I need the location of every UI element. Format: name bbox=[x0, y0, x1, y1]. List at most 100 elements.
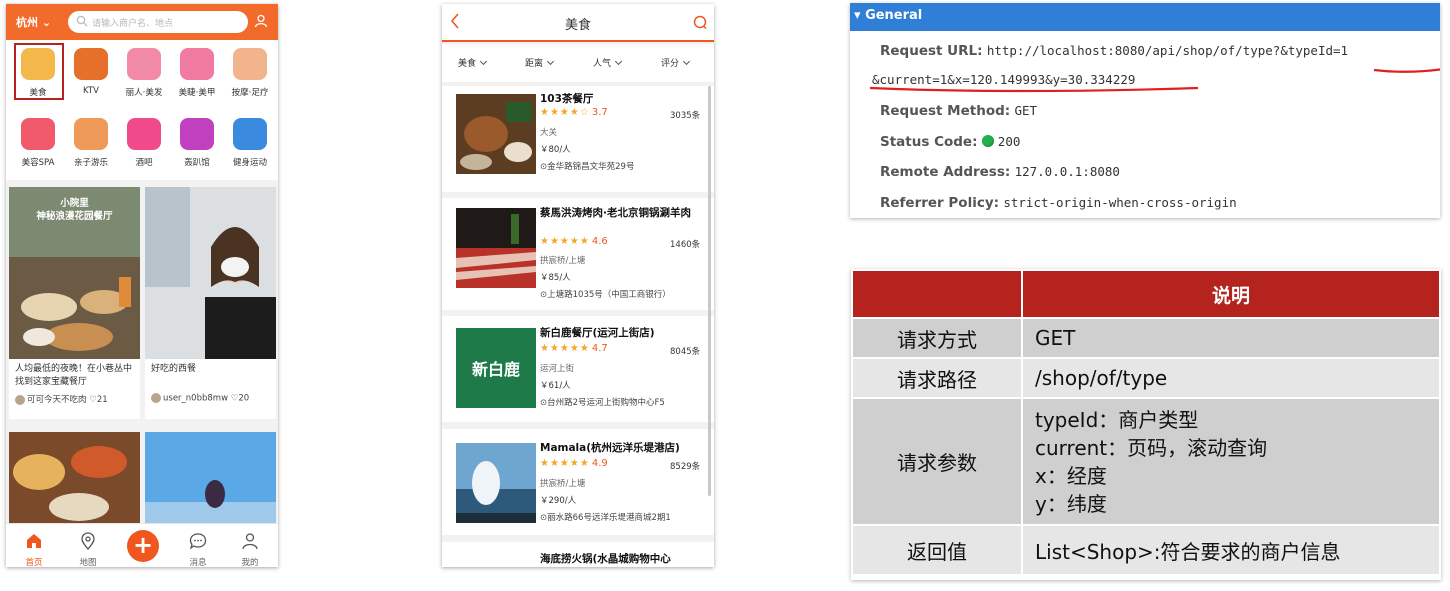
note-meta: 可可今天不吃肉 ♡21 bbox=[9, 391, 140, 407]
referrer-policy-row: Referrer Policy: strict-origin-when-cros… bbox=[880, 195, 1237, 211]
page-title: 美食 bbox=[564, 18, 591, 33]
request-url-label: Request URL: bbox=[880, 43, 983, 59]
note-image-food[interactable] bbox=[9, 432, 140, 524]
shop-name: 蔡馬洪涛烤肉·老北京铜锅涮羊肉 bbox=[540, 207, 691, 219]
shop-score: 4.9 bbox=[591, 458, 608, 469]
shop-score: 3.7 bbox=[591, 107, 608, 118]
remote-address-label: Remote Address: bbox=[880, 164, 1011, 180]
referrer-policy-label: Referrer Policy: bbox=[880, 195, 1000, 211]
bottom-tab-bar: 首页 地图 + 消息 我的 bbox=[6, 523, 278, 567]
table-header-description: 说明 bbox=[1021, 269, 1441, 319]
row-value: GET bbox=[1021, 317, 1441, 359]
shop-area: 大关 bbox=[540, 128, 558, 138]
shop-price: ￥290/人 bbox=[540, 496, 577, 506]
param-x: x：经度 bbox=[1035, 463, 1107, 488]
home-icon bbox=[27, 534, 41, 548]
category-item[interactable]: 按摩·足疗 bbox=[224, 46, 276, 104]
food-header: 美食 bbox=[442, 4, 714, 42]
shop-address: ⊙金华路锦昌文华苑29号 bbox=[540, 162, 635, 172]
note-overlay-text: 小院里 神秘浪漫花园餐厅 bbox=[36, 198, 113, 222]
table-header-row: 说明 bbox=[851, 269, 1441, 319]
note-card[interactable]: 好吃的西餐 user_n0bb8mw ♡20 bbox=[145, 187, 276, 419]
shop-address: ⊙上塘路1035号（中国工商银行） bbox=[540, 290, 671, 300]
shop-score: 4.7 bbox=[591, 343, 608, 354]
shop-name: 103茶餐厅 bbox=[540, 93, 594, 105]
category-label: 按摩·足疗 bbox=[231, 88, 269, 98]
row-value: typeId：商户类型 current：页码，滚动查询 x：经度 y：纬度 bbox=[1021, 397, 1441, 526]
scrollbar[interactable] bbox=[708, 86, 711, 496]
category-label: 美容SPA bbox=[21, 158, 55, 168]
tab-messages[interactable]: 消息 bbox=[178, 532, 218, 567]
note-title: 好吃的西餐 bbox=[151, 364, 197, 374]
category-item[interactable]: 酒吧 bbox=[118, 116, 170, 174]
note-title: 人均最低的夜晚！在小巷丛中找到这家宝藏餐厅 bbox=[15, 364, 133, 387]
filter-popularity[interactable]: 人气 bbox=[593, 56, 623, 69]
note-likes: 21 bbox=[96, 395, 108, 405]
table-row: 返回值 List<Shop>:符合要求的商户信息 bbox=[851, 524, 1441, 576]
food-list-screen: 美食 美食 距离 人气 评分 103茶餐厅 ★★★★☆ 3.7 3035条 大关 … bbox=[442, 4, 714, 567]
home-screen: 杭州 ⌄ 请输入商户名、地点 美食 KTV 丽人·美发 美睫·美甲 按摩·足疗 美容SPA… bbox=[6, 4, 278, 567]
category-label: 丽人·美发 bbox=[125, 88, 163, 98]
remote-address-value: 127.0.0.1:8080 bbox=[1014, 164, 1120, 179]
note-card[interactable]: 小院里 神秘浪漫花园餐厅 人均最低的夜晚！在小巷丛中找到这家宝藏餐厅 可可今天不… bbox=[9, 187, 140, 419]
filter-rating[interactable]: 评分 bbox=[661, 56, 691, 69]
search-icon bbox=[76, 15, 88, 27]
filter-distance[interactable]: 距离 bbox=[525, 56, 555, 69]
red-underline-annotation bbox=[869, 68, 1440, 93]
shop-rating: ★★★★★ 4.7 bbox=[540, 343, 608, 354]
shop-item[interactable]: 蔡馬洪涛烤肉·老北京铜锅涮羊肉 ★★★★★ 4.6 1460条 拱宸桥/上塘 ￥8… bbox=[442, 198, 714, 310]
home-search-input[interactable]: 请输入商户名、地点 bbox=[68, 11, 248, 33]
chevron-down-icon bbox=[682, 57, 691, 66]
status-code-value: 200 bbox=[997, 134, 1021, 149]
city-selector[interactable]: 杭州 ⌄ bbox=[16, 14, 51, 30]
param-typeid: typeId：商户类型 bbox=[1035, 407, 1199, 432]
status-ok-icon bbox=[981, 135, 994, 147]
star-icons: ★★★★★ bbox=[540, 343, 590, 354]
section-title: General bbox=[865, 8, 923, 23]
shop-area: 拱宸桥/上塘 bbox=[540, 256, 586, 266]
shop-item[interactable]: 新白鹿 新白鹿餐厅(运河上街店) ★★★★★ 4.7 8045条 运河上街 ￥61… bbox=[442, 316, 714, 422]
param-current: current：页码，滚动查询 bbox=[1035, 435, 1268, 460]
category-icon bbox=[233, 118, 267, 150]
avatar bbox=[15, 394, 25, 405]
row-value: /shop/of/type bbox=[1021, 357, 1441, 399]
shop-comments: 8529条 bbox=[670, 462, 701, 472]
avatar bbox=[151, 393, 161, 403]
tab-home-label: 首页 bbox=[25, 558, 43, 567]
general-section-header[interactable]: ▾ General bbox=[850, 3, 1440, 31]
request-method-value: GET bbox=[1014, 103, 1038, 118]
api-spec-table: 说明 请求方式 GET 请求路径 /shop/of/type 请求参数 type… bbox=[851, 269, 1441, 580]
category-item[interactable]: 健身运动 bbox=[224, 116, 276, 174]
row-value: List<Shop>:符合要求的商户信息 bbox=[1021, 524, 1441, 576]
note-image-portrait bbox=[145, 187, 276, 359]
shop-item[interactable]: Mamala(杭州远洋乐堤港店) ★★★★★ 4.9 8529条 拱宸桥/上塘 ￥… bbox=[442, 429, 714, 535]
category-icon bbox=[127, 48, 161, 80]
tab-home[interactable]: 首页 bbox=[14, 532, 54, 567]
category-item[interactable]: 美睫·美甲 bbox=[171, 46, 223, 104]
tab-map[interactable]: 地图 bbox=[68, 532, 108, 567]
category-item[interactable]: KTV bbox=[65, 46, 117, 104]
chat-bubble-icon bbox=[189, 533, 207, 550]
user-icon[interactable] bbox=[254, 14, 268, 28]
filter-category[interactable]: 美食 bbox=[458, 56, 488, 69]
category-icon bbox=[233, 48, 267, 80]
tab-profile[interactable]: 我的 bbox=[230, 532, 270, 567]
category-label: 美睫·美甲 bbox=[178, 88, 216, 98]
category-icon bbox=[180, 48, 214, 80]
note-meta: user_n0bb8mw ♡20 bbox=[145, 391, 276, 406]
category-item[interactable]: 轰趴馆 bbox=[171, 116, 223, 174]
search-icon[interactable] bbox=[692, 14, 708, 30]
category-item[interactable]: 丽人·美发 bbox=[118, 46, 170, 104]
home-top-bar: 杭州 ⌄ 请输入商户名、地点 bbox=[6, 4, 278, 40]
category-item[interactable]: 美容SPA bbox=[12, 116, 64, 174]
shop-name: 海底捞火锅(水晶城购物中心 bbox=[540, 553, 671, 565]
publish-plus-button[interactable]: + bbox=[127, 530, 159, 562]
star-icons: ★★★★★ bbox=[540, 236, 590, 247]
shop-item[interactable]: 103茶餐厅 ★★★★☆ 3.7 3035条 大关 ￥80/人 ⊙金华路锦昌文华苑… bbox=[442, 86, 714, 192]
category-icon bbox=[21, 118, 55, 150]
note-image-sky[interactable] bbox=[145, 432, 276, 524]
category-item[interactable]: 亲子游乐 bbox=[65, 116, 117, 174]
shop-item[interactable]: 海底捞火锅(水晶城购物中心 bbox=[442, 542, 714, 567]
param-y: y：纬度 bbox=[1035, 491, 1107, 516]
category-icon bbox=[127, 118, 161, 150]
